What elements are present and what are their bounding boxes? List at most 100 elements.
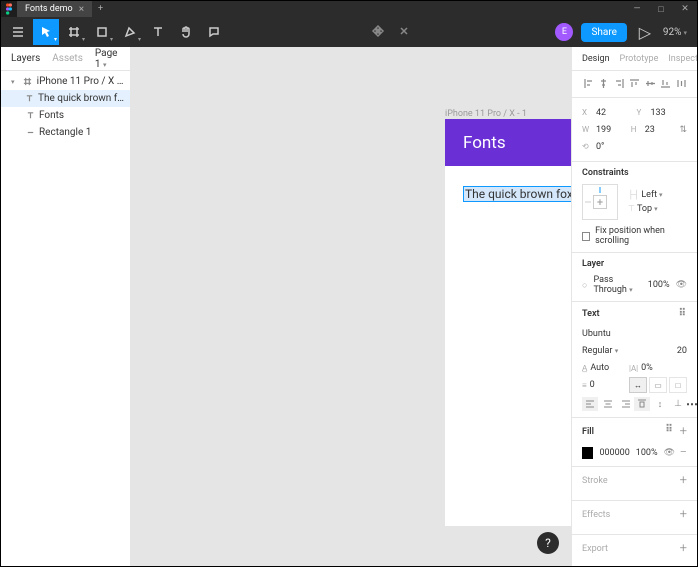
layer-rect[interactable]: Rectangle 1 [1,124,130,141]
distribute-icon[interactable] [675,77,687,89]
layer-frame[interactable]: ▾ iPhone 11 Pro / X - 1 [1,73,130,90]
layers-tab[interactable]: Layers [11,53,40,64]
paragraph-spacing-icon: ≡ [582,381,587,390]
rotation-icon: ⟲ [582,142,592,151]
share-button[interactable]: Share [581,23,626,42]
visibility-icon[interactable]: 👁 [676,280,687,290]
frame-artboard[interactable]: Fonts The quick brown fox... [445,119,571,526]
text-style-icon[interactable]: ⠿ [679,308,687,319]
selected-text-element[interactable]: The quick brown fox... [464,187,571,201]
h-constraint-select[interactable]: Left▾ [641,190,662,200]
add-effect-button[interactable]: + [680,507,687,522]
font-size-input[interactable]: 20 [677,346,687,356]
link-dimensions-icon[interactable]: ⇅ [679,125,687,135]
align-bottom-icon[interactable] [660,77,672,89]
inspector-panel: Design Prototype Inspect X42 Y [571,47,697,566]
x-input[interactable]: 42 [596,108,626,118]
add-tab-button[interactable]: + [92,4,109,14]
line-height-input[interactable]: Auto [590,363,609,373]
expand-icon[interactable]: ▾ [11,78,19,86]
figma-logo-icon[interactable] [1,1,17,17]
shape-tool[interactable]: ▾ [89,19,115,45]
font-weight-select[interactable]: Regular ▾ [582,346,618,356]
align-left-icon[interactable] [582,77,594,89]
blend-mode-select[interactable]: Pass Through ▾ [593,275,641,295]
inspect-tab[interactable]: Inspect [668,54,697,64]
window-maximize[interactable]: □ [649,4,673,15]
window-close[interactable]: ✕ [673,4,697,15]
prototype-tab[interactable]: Prototype [620,54,659,64]
mask-icon[interactable] [397,23,411,42]
component-icon[interactable] [371,23,385,42]
layer-title: Layer [582,259,687,269]
text-align-bottom-button[interactable]: ⊥ [670,397,686,411]
align-top-icon[interactable] [629,77,641,89]
layer-text-selected[interactable]: The quick brown fox... [1,90,130,107]
align-right-icon[interactable] [613,77,625,89]
text-tool[interactable] [145,19,171,45]
text-more-button[interactable]: ⋯ [686,397,697,411]
width-input[interactable]: 199 [596,125,626,135]
constraints-title: Constraints [582,168,687,178]
menu-button[interactable] [5,19,31,45]
v-constraint-select[interactable]: Top▾ [637,204,658,214]
stroke-title: Stroke [582,476,608,486]
layer-opacity-input[interactable]: 100% [648,280,670,290]
rotation-input[interactable]: 0° [596,142,626,152]
text-align-right-button[interactable] [618,397,634,411]
hand-tool[interactable] [173,19,199,45]
fill-title: Fill [582,427,594,437]
move-tool[interactable]: ▾ [33,19,59,45]
align-vcenter-icon[interactable] [644,77,656,89]
zoom-dropdown[interactable]: 92%▾ [657,27,693,38]
fill-swatch[interactable] [582,447,593,459]
add-export-button[interactable]: + [680,541,687,556]
help-button[interactable]: ? [537,532,559,554]
add-fill-button[interactable]: + [680,424,687,439]
remove-fill-button[interactable]: − [680,445,687,460]
fix-position-checkbox[interactable] [582,232,590,241]
frame-label[interactable]: iPhone 11 Pro / X - 1 [445,109,527,119]
letter-spacing-icon: |A| [629,364,638,373]
height-input[interactable]: 23 [645,125,675,135]
text-align-top-button[interactable] [634,397,650,411]
y-input[interactable]: 133 [651,108,681,118]
fill-visibility-icon[interactable]: 👁 [664,448,674,458]
fill-style-icon[interactable]: ⠿ [665,424,673,439]
toolbar: ▾ ▾ ▾ ▾ E Share ▷ 92%▾ [1,17,697,47]
text-icon [25,111,35,121]
paragraph-spacing-input[interactable]: 0 [590,380,595,390]
canvas[interactable]: iPhone 11 Pro / X - 1 Fonts The quick br… [131,47,571,566]
comment-tool[interactable] [201,19,227,45]
line-height-icon: A̲ [582,364,587,373]
layer-text[interactable]: Fonts [1,107,130,124]
line-icon [25,128,35,138]
present-button[interactable]: ▷ [635,23,655,42]
text-align-center-button[interactable] [600,397,616,411]
frame-tool[interactable]: ▾ [61,19,87,45]
frame-icon [23,77,33,87]
add-stroke-button[interactable]: + [680,473,687,488]
user-avatar[interactable]: E [555,23,573,41]
pen-tool[interactable]: ▾ [117,19,143,45]
window-minimize[interactable]: — [625,4,649,15]
file-tab[interactable]: Fonts demo × [17,1,92,17]
file-tab-name: Fonts demo [25,4,73,14]
blend-icon: ○ [582,280,587,291]
page-selector[interactable]: Page 1 ▾ [95,48,120,70]
text-align-middle-button[interactable]: ↕ [652,397,668,411]
align-hcenter-icon[interactable] [598,77,610,89]
letter-spacing-input[interactable]: 0% [641,363,653,373]
titlebar: Fonts demo × + — □ ✕ [1,1,697,17]
fixed-size-button[interactable]: □ [669,377,687,393]
fill-hex-input[interactable]: 000000 [599,448,629,458]
auto-width-button[interactable]: ↔ [629,377,647,393]
fill-opacity-input[interactable]: 100% [636,448,658,458]
constraints-widget[interactable]: + [582,184,618,220]
text-align-left-button[interactable] [582,397,598,411]
font-family-select[interactable]: Ubuntu [582,329,611,339]
auto-height-button[interactable]: ▭ [649,377,667,393]
close-tab-icon[interactable]: × [79,4,84,15]
assets-tab[interactable]: Assets [52,53,83,64]
design-tab[interactable]: Design [582,54,610,64]
